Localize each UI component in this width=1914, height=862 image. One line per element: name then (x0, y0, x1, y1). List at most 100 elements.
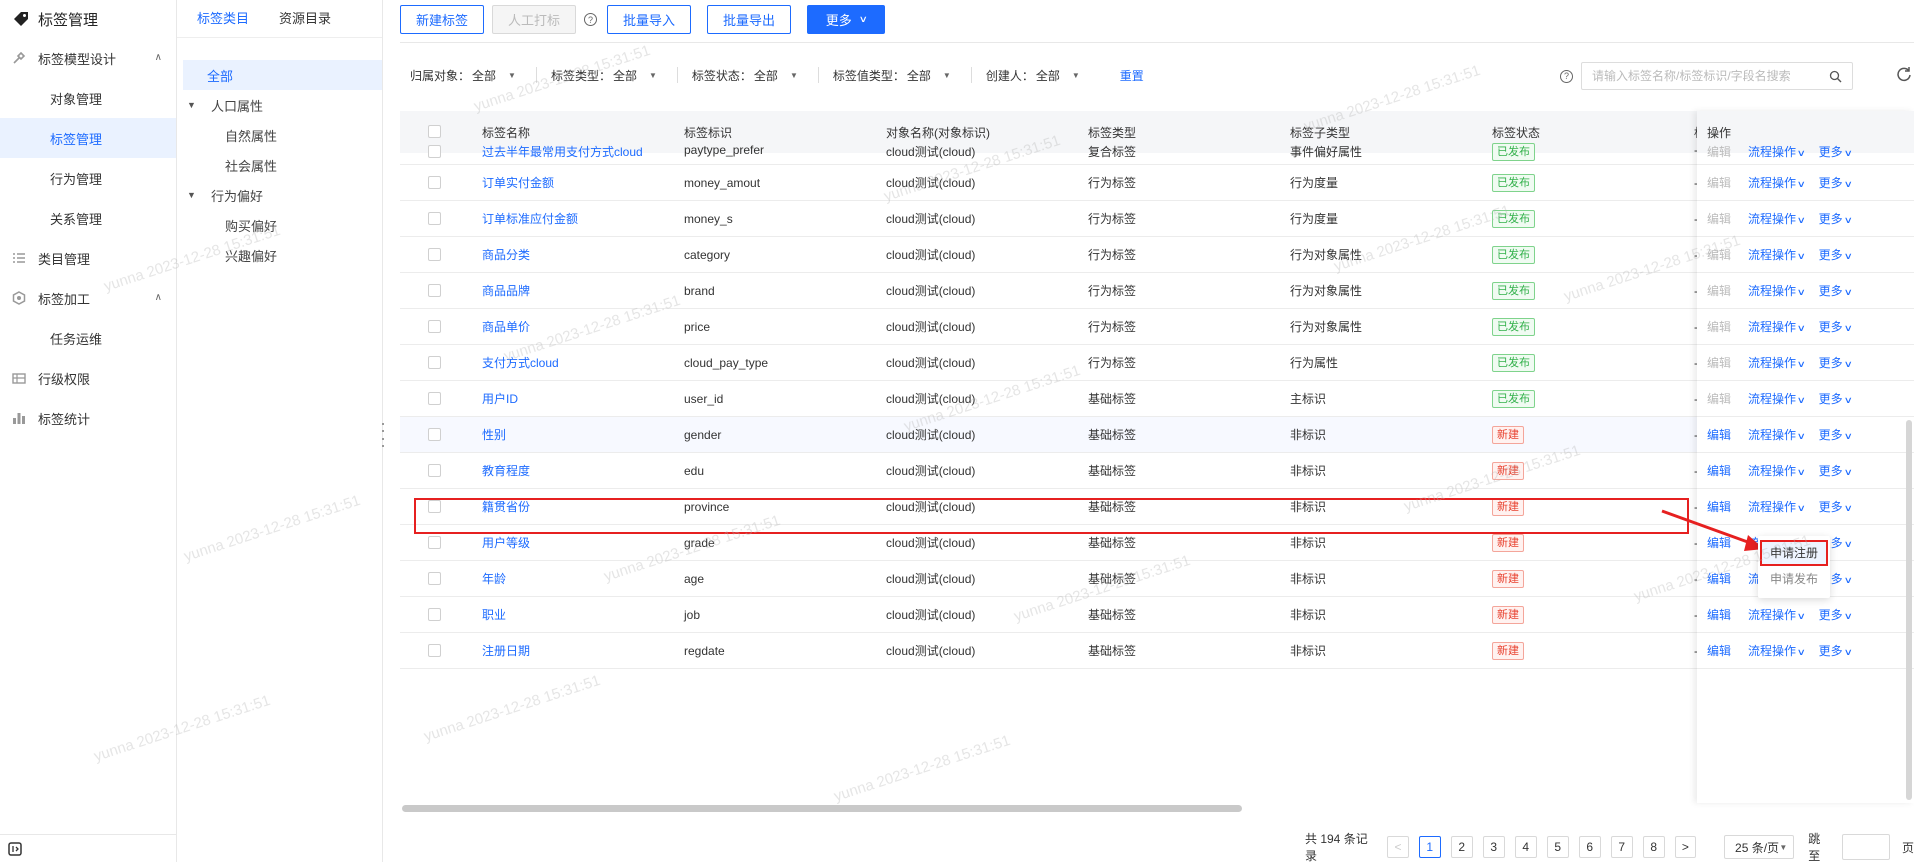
tag-name-link[interactable]: 注册日期 (482, 642, 530, 659)
row-checkbox[interactable] (428, 644, 441, 657)
tag-name-link[interactable]: 订单实付金额 (482, 174, 554, 191)
refresh-icon[interactable] (1896, 66, 1912, 82)
batch-export-button[interactable]: 批量导出 (707, 5, 792, 34)
row-checkbox[interactable] (428, 284, 441, 297)
batch-import-button[interactable]: 批量导入 (607, 5, 692, 34)
caret-down-icon[interactable]: ▼ (187, 190, 201, 200)
page-button[interactable]: 6 (1578, 836, 1601, 858)
filter-creator[interactable]: 创建人： 全部 ▼ (986, 67, 1080, 84)
search-input[interactable] (1592, 69, 1822, 83)
table-row[interactable]: 商品单价 price cloud测试(cloud) 行为标签 行为对象属性 已发布 - (400, 309, 1914, 345)
page-size-select[interactable]: 25 条/页 ▼ (1724, 835, 1795, 859)
row-checkbox[interactable] (428, 572, 441, 585)
tree-node-purchase-pref[interactable]: 购买偏好 (177, 210, 382, 240)
tree-node-social-attr[interactable]: 社会属性 (177, 150, 382, 180)
row-checkbox[interactable] (428, 248, 441, 261)
col-header-type[interactable]: 标签类型 (1088, 124, 1136, 141)
table-row[interactable]: 商品分类 category cloud测试(cloud) 行为标签 行为对象属性 已发布 - (400, 237, 1914, 273)
help-icon[interactable]: ? (584, 13, 598, 26)
next-page-button[interactable]: > (1674, 836, 1697, 858)
tree-node-interest-pref[interactable]: 兴趣偏好 (177, 240, 382, 270)
table-row[interactable]: 用户ID user_id cloud测试(cloud) 基础标签 主标识 已发布 - (400, 381, 1914, 417)
tag-name-link[interactable]: 教育程度 (482, 462, 530, 479)
flow-operation-link[interactable]: 流程操作∨ (1748, 390, 1806, 407)
flow-operation-link[interactable]: 流程操作∨ (1748, 606, 1806, 623)
new-tag-button[interactable]: 新建标签 (400, 5, 485, 34)
tag-name-link[interactable]: 订单标准应付金额 (482, 210, 578, 227)
flow-operation-link[interactable]: 流程操作∨ (1748, 246, 1806, 263)
search-icon[interactable] (1829, 70, 1842, 83)
more-actions-link[interactable]: 更多∨ (1819, 390, 1853, 407)
tree-node-behavior[interactable]: ▼ 行为偏好 (177, 180, 382, 210)
row-checkbox[interactable] (428, 320, 441, 333)
collapse-icon[interactable] (8, 841, 22, 856)
table-row[interactable]: 订单标准应付金额 money_s cloud测试(cloud) 行为标签 行为度量 已发布… (400, 201, 1914, 237)
tag-name-link[interactable]: 年龄 (482, 570, 506, 587)
sidebar-item-1[interactable]: 类目管理 (0, 238, 176, 278)
tag-name-link[interactable]: 商品品牌 (482, 282, 530, 299)
tree-node-natural-attr[interactable]: 自然属性 (177, 120, 382, 150)
edit-link[interactable]: 编辑 (1707, 143, 1731, 160)
tab-tag-category[interactable]: 标签类目 (197, 0, 249, 38)
flow-operation-link[interactable]: 流程操作∨ (1748, 210, 1806, 227)
table-row[interactable]: 订单实付金额 money_amout cloud测试(cloud) 行为标签 行为度量 已… (400, 165, 1914, 201)
page-button[interactable]: 8 (1642, 836, 1665, 858)
tree-node-all[interactable]: 全部 (183, 60, 382, 90)
vertical-scrollbar[interactable] (1906, 420, 1912, 800)
sidebar-subitem[interactable]: 行为管理 (0, 158, 176, 198)
edit-link[interactable]: 编辑 (1707, 246, 1731, 263)
more-actions-link[interactable]: 更多∨ (1819, 498, 1853, 515)
help-icon[interactable]: ? (1560, 69, 1573, 83)
flow-operation-link[interactable]: 流程操作∨ (1748, 426, 1806, 443)
sidebar-subitem[interactable]: 标签管理 (0, 118, 176, 158)
edit-link[interactable]: 编辑 (1707, 426, 1731, 443)
flow-operation-link[interactable]: 流程操作∨ (1748, 462, 1806, 479)
tag-name-link[interactable]: 过去半年最常用支付方式cloud (482, 143, 643, 160)
row-checkbox[interactable] (428, 428, 441, 441)
sidebar-item-4[interactable]: 标签统计 (0, 398, 176, 438)
table-row[interactable]: 性别 gender cloud测试(cloud) 基础标签 非标识 新建 - (400, 417, 1914, 453)
sidebar-subitem[interactable]: 关系管理 (0, 198, 176, 238)
sidebar-item-2[interactable]: 标签加工 ∧ (0, 278, 176, 318)
select-all-checkbox[interactable] (428, 125, 441, 138)
row-checkbox[interactable] (428, 536, 441, 549)
tag-name-link[interactable]: 商品分类 (482, 246, 530, 263)
reset-link[interactable]: 重置 (1120, 67, 1144, 84)
row-checkbox[interactable] (428, 608, 441, 621)
table-row[interactable]: 商品品牌 brand cloud测试(cloud) 行为标签 行为对象属性 已发布 - (400, 273, 1914, 309)
row-checkbox[interactable] (428, 212, 441, 225)
chevron-up-icon[interactable]: ∧ (155, 292, 162, 303)
tag-name-link[interactable]: 支付方式cloud (482, 354, 559, 371)
edit-link[interactable]: 编辑 (1707, 570, 1731, 587)
more-actions-link[interactable]: 更多∨ (1819, 642, 1853, 659)
manual-tag-button[interactable]: 人工打标 (492, 5, 577, 34)
table-row[interactable]: 教育程度 edu cloud测试(cloud) 基础标签 非标识 新建 - (400, 453, 1914, 489)
edit-link[interactable]: 编辑 (1707, 174, 1731, 191)
sidebar-subitem[interactable]: 对象管理 (0, 78, 176, 118)
edit-link[interactable]: 编辑 (1707, 642, 1731, 659)
sidebar-item-0[interactable]: 标签模型设计 ∧ (0, 38, 176, 78)
page-button[interactable]: 1 (1418, 836, 1441, 858)
col-header-id[interactable]: 标签标识 (684, 124, 732, 141)
page-button[interactable]: 2 (1450, 836, 1473, 858)
edit-link[interactable]: 编辑 (1707, 354, 1731, 371)
filter-tag-status[interactable]: 标签状态： 全部 ▼ (692, 67, 798, 84)
flow-operation-link[interactable]: 流程操作∨ (1748, 282, 1806, 299)
table-row[interactable]: 过去半年最常用支付方式cloud paytype_prefer cloud测试(cl… (400, 141, 1914, 165)
flow-operation-link[interactable]: 流程操作∨ (1748, 318, 1806, 335)
col-header-object[interactable]: 对象名称(对象标识) (886, 124, 990, 141)
col-header-name[interactable]: 标签名称 (482, 124, 530, 141)
more-actions-link[interactable]: 更多∨ (1819, 462, 1853, 479)
table-row[interactable]: 注册日期 regdate cloud测试(cloud) 基础标签 非标识 新建 - (400, 633, 1914, 669)
flow-operation-link[interactable]: 流程操作∨ (1748, 354, 1806, 371)
page-button[interactable]: 4 (1514, 836, 1537, 858)
more-actions-link[interactable]: 更多∨ (1819, 174, 1853, 191)
more-actions-link[interactable]: 更多∨ (1819, 143, 1853, 160)
sidebar-collapse-area[interactable] (0, 834, 177, 862)
more-actions-link[interactable]: 更多∨ (1819, 606, 1853, 623)
panel-resize-handle[interactable] (380, 423, 386, 447)
page-button[interactable]: 7 (1610, 836, 1633, 858)
scrollbar-thumb[interactable] (402, 805, 1242, 812)
row-checkbox[interactable] (428, 392, 441, 405)
col-header-status[interactable]: 标签状态 (1492, 124, 1540, 141)
